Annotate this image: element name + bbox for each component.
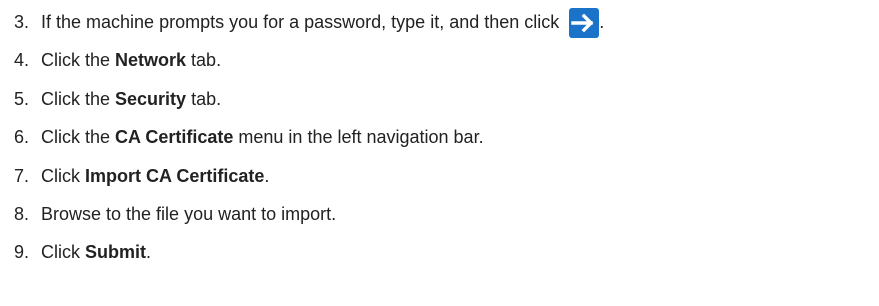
step-text: Click the Security tab. <box>41 88 222 109</box>
step-text: Click Import CA Certificate. <box>41 165 270 186</box>
ui-term-import-ca-certificate: Import CA Certificate <box>85 165 265 186</box>
instruction-steps: 3. If the machine prompts you for a pass… <box>14 7 604 279</box>
step-text: Click the Network tab. <box>41 50 222 71</box>
step-8: 8. Browse to the file you want to import… <box>14 202 604 227</box>
step-number: 3. <box>14 12 30 32</box>
step-9: 9. Click Submit. <box>14 240 604 265</box>
step-text: Click Submit. <box>41 242 152 263</box>
ui-term-network: Network <box>115 50 187 71</box>
ui-term-security: Security <box>115 88 187 109</box>
step-text: Click the CA Certificate menu in the lef… <box>41 127 484 148</box>
ui-term-ca-certificate: CA Certificate <box>115 127 234 148</box>
step-text: Browse to the file you want to import. <box>41 203 337 224</box>
step-7: 7. Click Import CA Certificate. <box>14 164 604 189</box>
step-number: 7. <box>14 165 30 186</box>
step-4: 4. Click the Network tab. <box>14 48 604 73</box>
step-5: 5. Click the Security tab. <box>14 87 604 112</box>
step-number: 6. <box>14 127 30 148</box>
step-number: 4. <box>14 50 30 71</box>
step-6: 6. Click the CA Certificate menu in the … <box>14 125 604 150</box>
step-text: If the machine prompts you for a passwor… <box>41 7 604 38</box>
ui-term-submit: Submit <box>85 242 146 263</box>
arrow-right-icon <box>569 7 600 38</box>
step-number: 9. <box>14 242 30 263</box>
step-number: 8. <box>14 203 30 224</box>
step-number: 5. <box>14 88 30 109</box>
step-3: 3. If the machine prompts you for a pass… <box>14 7 604 38</box>
